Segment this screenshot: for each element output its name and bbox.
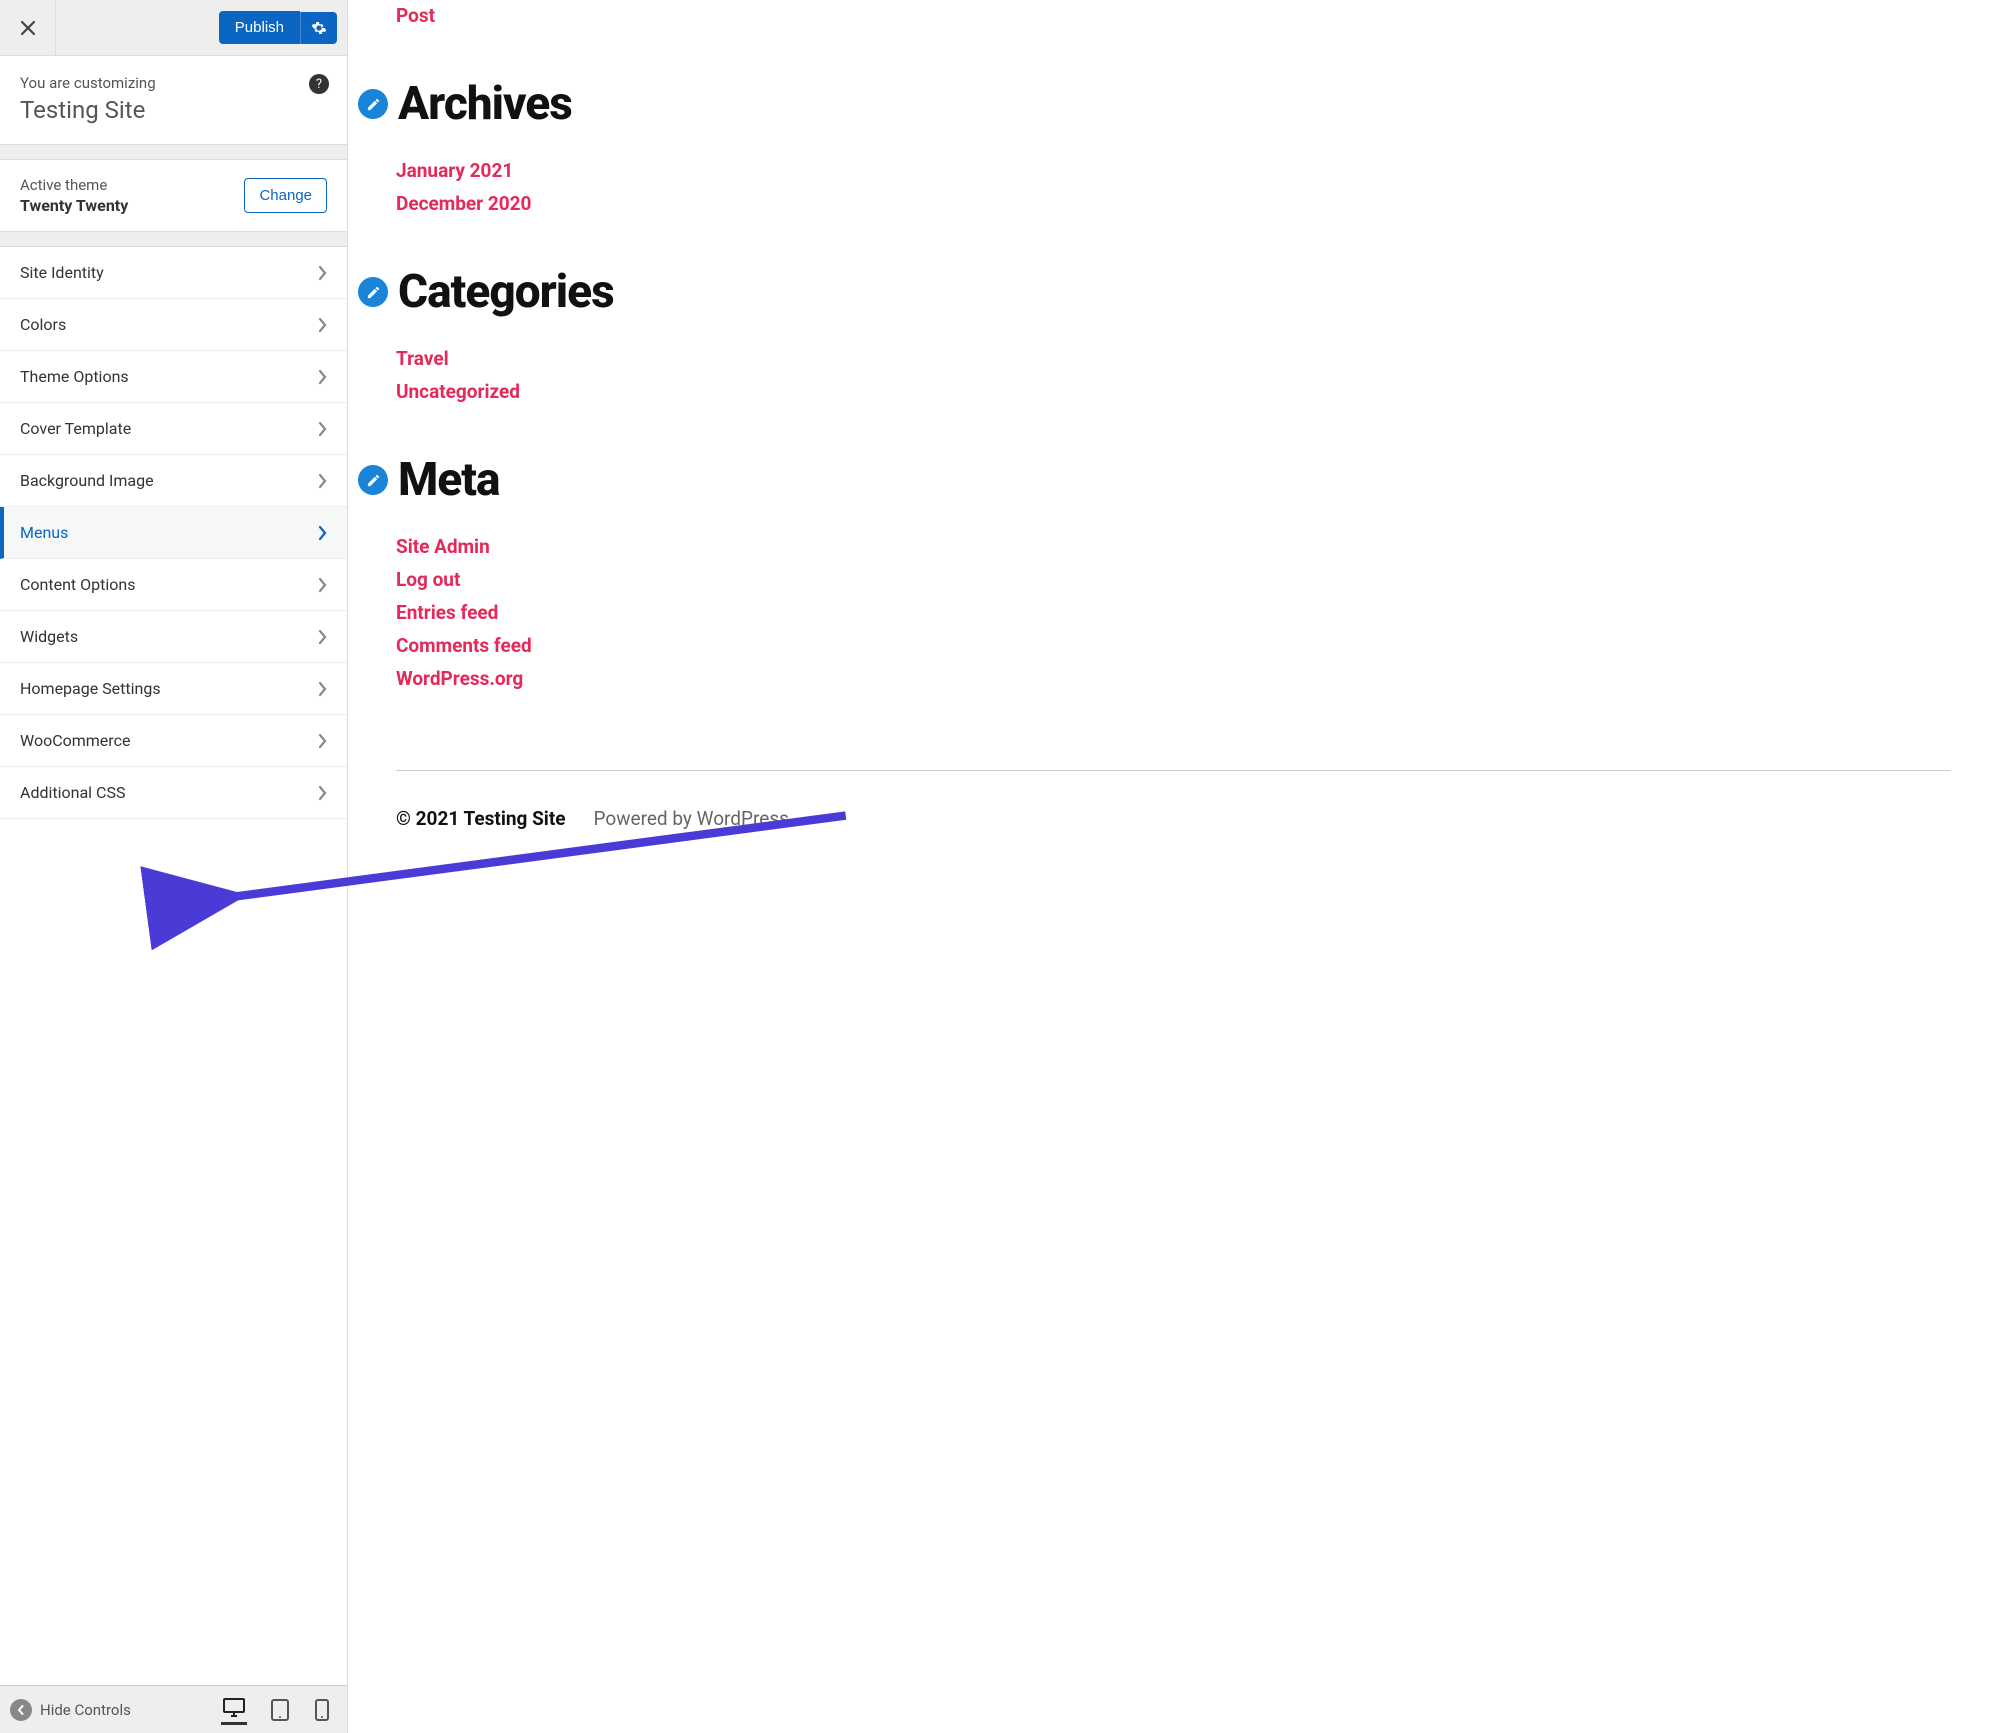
widget-link[interactable]: December 2020 <box>396 192 531 215</box>
hide-controls-button[interactable]: Hide Controls <box>10 1699 131 1721</box>
customizer-section-list: Site Identity Colors Theme Options Cover Te… <box>0 246 347 1685</box>
chevron-right-icon <box>317 317 327 333</box>
sidebar-item-label: Site Identity <box>20 263 104 282</box>
pencil-icon <box>366 97 381 112</box>
widget-link[interactable]: WordPress.org <box>396 667 523 690</box>
close-icon <box>20 20 36 36</box>
help-button[interactable]: ? <box>309 74 329 94</box>
sidebar-item-label: Cover Template <box>20 419 131 438</box>
publish-settings-button[interactable] <box>300 12 337 44</box>
sidebar-item-label: Homepage Settings <box>20 679 161 698</box>
footer-powered-by[interactable]: Powered by WordPress <box>594 807 789 830</box>
list-item: Entries feed <box>396 601 1999 624</box>
post-link[interactable]: Post <box>396 4 435 27</box>
sidebar-item-homepage-settings[interactable]: Homepage Settings <box>0 663 347 715</box>
widget-link[interactable]: January 2021 <box>396 159 513 182</box>
chevron-right-icon <box>317 369 327 385</box>
chevron-right-icon <box>317 629 327 645</box>
chevron-right-icon <box>317 733 327 749</box>
chevron-right-icon <box>317 785 327 801</box>
list-item: Travel <box>396 347 1999 370</box>
widget-link[interactable]: Site Admin <box>396 535 490 558</box>
desktop-icon <box>223 1698 245 1718</box>
sidebar-item-label: Menus <box>20 523 68 542</box>
widget-link[interactable]: Comments feed <box>396 634 532 657</box>
chevron-right-icon <box>317 421 327 437</box>
mobile-icon <box>315 1699 329 1721</box>
sidebar-item-theme-options[interactable]: Theme Options <box>0 351 347 403</box>
sidebar-item-colors[interactable]: Colors <box>0 299 347 351</box>
sidebar-item-content-options[interactable]: Content Options <box>0 559 347 611</box>
active-theme-label: Active theme <box>20 176 128 194</box>
widget-link[interactable]: Entries feed <box>396 601 498 624</box>
footer: © 2021 Testing Site Powered by WordPress <box>396 807 1999 830</box>
widget-link-list: Site Admin Log out Entries feed Comments fe… <box>396 535 1999 690</box>
sidebar-item-label: Content Options <box>20 575 135 594</box>
change-theme-button[interactable]: Change <box>244 178 327 213</box>
sidebar-item-label: WooCommerce <box>20 731 130 750</box>
chevron-right-icon <box>317 681 327 697</box>
help-icon: ? <box>316 77 322 92</box>
gear-icon <box>311 20 327 36</box>
chevron-right-icon <box>317 525 327 541</box>
customizing-label: You are customizing <box>20 74 327 92</box>
sidebar-item-cover-template[interactable]: Cover Template <box>0 403 347 455</box>
widget-heading: Categories <box>398 265 614 319</box>
widget-link[interactable]: Log out <box>396 568 460 591</box>
edit-widget-button[interactable] <box>358 277 388 307</box>
sidebar-item-site-identity[interactable]: Site Identity <box>0 247 347 299</box>
list-item: Comments feed <box>396 634 1999 657</box>
edit-widget-button[interactable] <box>358 465 388 495</box>
list-item: Uncategorized <box>396 380 1999 403</box>
widget-categories: Categories Travel Uncategorized <box>396 265 1999 403</box>
list-item: Site Admin <box>396 535 1999 558</box>
list-item: January 2021 <box>396 159 1999 182</box>
chevron-right-icon <box>317 473 327 489</box>
widget-link[interactable]: Travel <box>396 347 449 370</box>
footer-separator <box>396 770 1951 771</box>
device-mobile-button[interactable] <box>313 1694 331 1725</box>
sidebar-item-label: Theme Options <box>20 367 129 386</box>
sidebar-item-menus[interactable]: Menus <box>0 507 347 559</box>
footer-copyright: © 2021 Testing Site <box>396 807 566 830</box>
sidebar-item-additional-css[interactable]: Additional CSS <box>0 767 347 819</box>
sidebar-item-label: Background Image <box>20 471 154 490</box>
widget-archives: Archives January 2021 December 2020 <box>396 77 1999 215</box>
customizer-header-panel: You are customizing Testing Site ? <box>0 56 347 145</box>
widget-heading: Meta <box>398 453 499 507</box>
sidebar-item-background-image[interactable]: Background Image <box>0 455 347 507</box>
close-customizer-button[interactable] <box>0 0 56 55</box>
customizer-bottombar: Hide Controls <box>0 1685 347 1733</box>
device-tablet-button[interactable] <box>269 1694 291 1725</box>
sidebar-item-label: Additional CSS <box>20 783 125 802</box>
widget-link-list: January 2021 December 2020 <box>396 159 1999 215</box>
sidebar-item-label: Widgets <box>20 627 78 646</box>
list-item: WordPress.org <box>396 667 1999 690</box>
pencil-icon <box>366 285 381 300</box>
sidebar-item-label: Colors <box>20 315 66 334</box>
widget-link-list: Travel Uncategorized <box>396 347 1999 403</box>
widget-link[interactable]: Uncategorized <box>396 380 520 403</box>
pencil-icon <box>366 473 381 488</box>
customizer-sidebar: Publish You are customizing Testing Site… <box>0 0 348 1733</box>
preview-pane: Post Archives January 2021 December 2020 Ca… <box>348 0 1999 1733</box>
list-item: December 2020 <box>396 192 1999 215</box>
widget-heading: Archives <box>398 77 572 131</box>
widget-meta: Meta Site Admin Log out Entries feed Comment… <box>396 453 1999 690</box>
publish-button[interactable]: Publish <box>219 11 300 44</box>
edit-widget-button[interactable] <box>358 89 388 119</box>
sidebar-item-woocommerce[interactable]: WooCommerce <box>0 715 347 767</box>
theme-name: Twenty Twenty <box>20 196 128 215</box>
device-desktop-button[interactable] <box>221 1694 247 1725</box>
sidebar-item-widgets[interactable]: Widgets <box>0 611 347 663</box>
chevron-right-icon <box>317 577 327 593</box>
chevron-left-icon <box>10 1699 32 1721</box>
list-item: Log out <box>396 568 1999 591</box>
site-title: Testing Site <box>20 96 327 124</box>
hide-controls-label: Hide Controls <box>40 1701 131 1719</box>
tablet-icon <box>271 1699 289 1721</box>
theme-panel: Active theme Twenty Twenty Change <box>0 159 347 232</box>
customizer-topbar: Publish <box>0 0 347 56</box>
chevron-right-icon <box>317 265 327 281</box>
